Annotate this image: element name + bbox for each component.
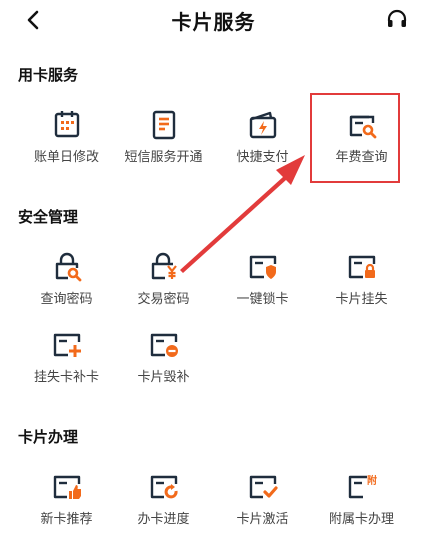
header: 卡片服务 (0, 0, 427, 44)
item-label: 查询密码 (40, 292, 93, 307)
section-title-security: 安全管理 (18, 208, 79, 226)
page-title: 卡片服务 (171, 10, 256, 34)
item-reissue-lost-card[interactable]: 挂失卡补卡 (13, 328, 120, 392)
item-sms-service[interactable]: 短信服务开通 (110, 108, 217, 172)
item-label: 附属卡办理 (328, 512, 394, 527)
sms-document-icon (152, 110, 175, 140)
item-label: 卡片激活 (236, 512, 289, 527)
headset-icon[interactable] (385, 7, 409, 31)
quick-pay-wallet-icon (249, 111, 276, 139)
item-label: 快捷支付 (236, 150, 289, 165)
item-label: 挂失卡补卡 (33, 370, 99, 385)
item-statement-date-change[interactable]: 账单日修改 (13, 108, 120, 172)
item-supplementary-card[interactable]: 附 附属卡办理 (308, 470, 415, 534)
card-services-page: 卡片服务 用卡服务 账单日修改 短信服务开通 快捷支付 年费查询 安全管理 查询… (0, 0, 427, 548)
item-label: 交易密码 (137, 292, 190, 307)
card-supplementary-icon: 附 (348, 474, 377, 499)
item-damaged-card-replacement[interactable]: 卡片毁补 (110, 328, 217, 392)
item-card-loss-report[interactable]: 卡片挂失 (308, 250, 415, 314)
section-title-card-application: 卡片办理 (18, 428, 79, 446)
item-card-activation[interactable]: 卡片激活 (209, 470, 316, 534)
item-query-password[interactable]: 查询密码 (13, 250, 120, 314)
card-progress-icon (150, 475, 178, 499)
card-check-icon (249, 475, 278, 499)
card-lock-icon (348, 255, 375, 279)
lock-yen-icon (151, 252, 177, 280)
item-card-application-progress[interactable]: 办卡进度 (110, 470, 217, 534)
item-new-card-recommend[interactable]: 新卡推荐 (13, 470, 120, 534)
item-transaction-password[interactable]: 交易密码 (110, 250, 217, 314)
item-label: 卡片毁补 (137, 370, 190, 385)
highlight-box (310, 93, 400, 183)
item-label: 短信服务开通 (124, 150, 203, 165)
item-label: 办卡进度 (137, 512, 190, 527)
item-label: 卡片挂失 (335, 292, 388, 307)
section-title-card-usage: 用卡服务 (18, 66, 79, 84)
item-label: 账单日修改 (33, 150, 99, 165)
supplementary-badge: 附 (367, 474, 377, 487)
item-label: 一键锁卡 (236, 292, 289, 307)
card-shield-icon (249, 255, 276, 279)
item-label: 新卡推荐 (40, 512, 93, 527)
lock-search-icon (55, 252, 81, 282)
card-thumbs-up-icon (53, 475, 81, 499)
calendar-icon (54, 111, 79, 138)
card-add-icon (53, 333, 81, 357)
card-minus-icon (150, 333, 178, 357)
item-one-click-lock[interactable]: 一键锁卡 (209, 250, 316, 314)
item-quick-pay[interactable]: 快捷支付 (209, 108, 316, 172)
